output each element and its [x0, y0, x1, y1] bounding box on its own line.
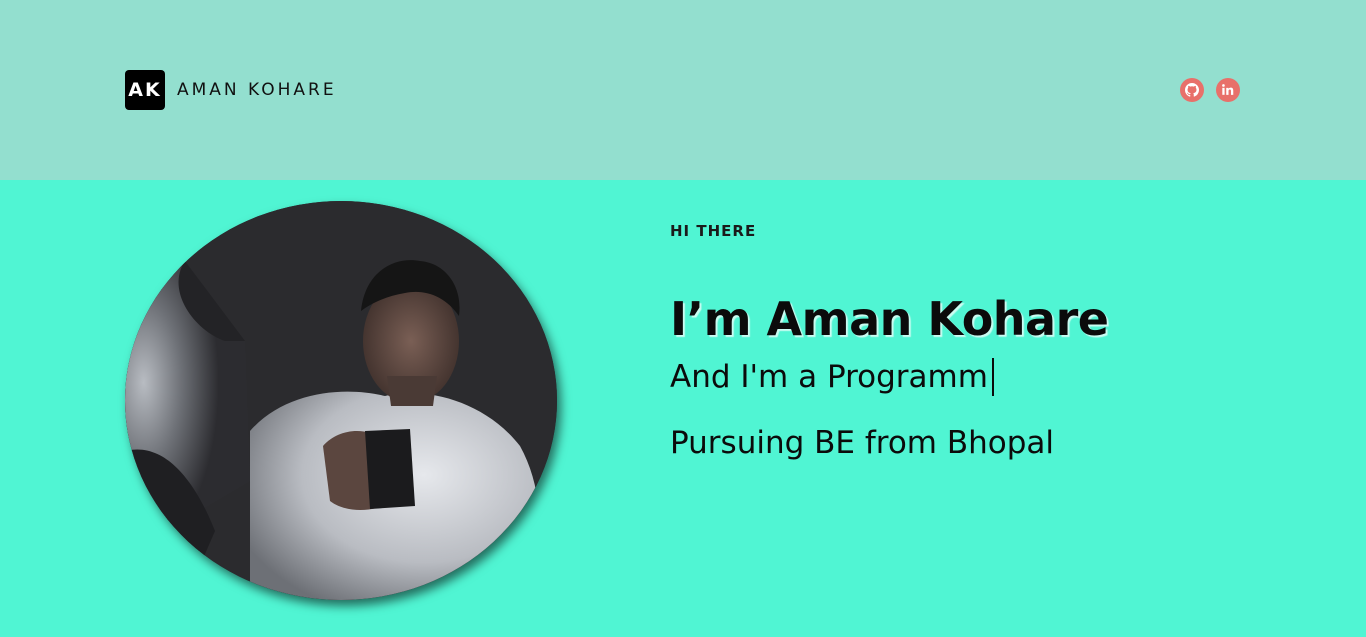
logo-name: AMAN KOHARE	[177, 80, 337, 100]
typing-cursor	[991, 358, 994, 396]
hero-name-heading: I’m Aman Kohare	[670, 292, 1109, 346]
profile-photo	[125, 201, 557, 600]
site-header: AK AMAN KOHARE	[0, 0, 1366, 180]
linkedin-link[interactable]	[1216, 78, 1240, 102]
greeting-text: HI THERE	[670, 222, 757, 240]
typed-role-line: And I'm a Programm	[670, 358, 994, 396]
social-links	[1180, 78, 1240, 102]
logo-mark: AK	[125, 70, 165, 110]
github-link[interactable]	[1180, 78, 1204, 102]
hero-section: HI THERE I’m Aman Kohare And I'm a Progr…	[0, 180, 1366, 637]
typed-role-text: And I'm a Programm	[670, 359, 988, 395]
linkedin-icon	[1221, 83, 1235, 97]
logo-link[interactable]: AK AMAN KOHARE	[125, 70, 337, 110]
github-icon	[1185, 83, 1199, 97]
education-subtitle: Pursuing BE from Bhopal	[670, 425, 1055, 461]
